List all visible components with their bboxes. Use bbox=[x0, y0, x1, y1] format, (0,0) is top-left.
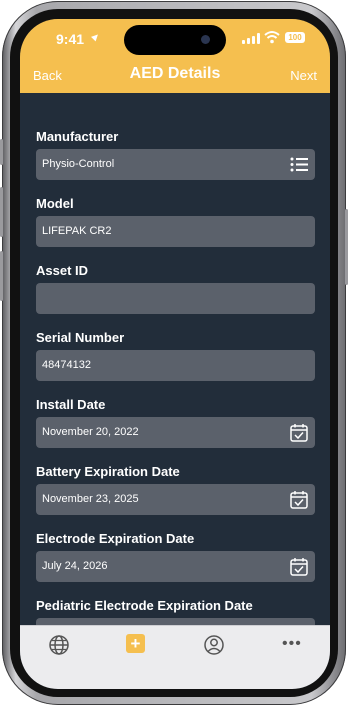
next-button[interactable]: Next bbox=[290, 68, 317, 83]
electrode-expiration-value: July 24, 2026 bbox=[42, 560, 108, 572]
manufacturer-select[interactable]: Physio-Control bbox=[36, 149, 315, 180]
battery-expiration-value: November 23, 2025 bbox=[42, 493, 139, 505]
add-icon[interactable]: + bbox=[126, 634, 145, 653]
volume-down-button bbox=[0, 251, 3, 301]
install-date-picker[interactable]: November 20, 2022 bbox=[36, 417, 315, 448]
person-icon[interactable] bbox=[203, 634, 225, 656]
battery-expiration-picker[interactable]: November 23, 2025 bbox=[36, 484, 315, 515]
more-icon[interactable]: ••• bbox=[282, 635, 302, 653]
install-date-value: November 20, 2022 bbox=[42, 426, 139, 438]
form-content: Manufacturer Physio-Control Model LIFEPA… bbox=[20, 93, 330, 625]
status-bar: 9:41 ▲ 100 bbox=[20, 19, 330, 63]
app-screen: 9:41 ▲ 100 Back AED Details Next Manufac… bbox=[20, 19, 330, 689]
wifi-icon bbox=[264, 31, 280, 44]
manufacturer-value: Physio-Control bbox=[42, 158, 115, 170]
model-value: LIFEPAK CR2 bbox=[42, 225, 112, 237]
header-bar: 9:41 ▲ 100 Back AED Details Next bbox=[20, 19, 330, 93]
serial-number-value: 48474132 bbox=[42, 359, 91, 371]
battery-icon: 100 bbox=[285, 32, 305, 43]
list-icon[interactable] bbox=[290, 155, 308, 174]
serial-number-input[interactable]: 48474132 bbox=[36, 350, 315, 381]
power-button bbox=[345, 209, 348, 285]
cellular-signal-icon bbox=[242, 33, 260, 44]
battery-expiration-label: Battery Expiration Date bbox=[36, 464, 180, 479]
volume-up-button bbox=[0, 187, 3, 237]
model-label: Model bbox=[36, 196, 74, 211]
calendar-icon[interactable] bbox=[290, 423, 308, 442]
pediatric-electrode-expiration-picker[interactable] bbox=[36, 618, 315, 625]
electrode-expiration-picker[interactable]: July 24, 2026 bbox=[36, 551, 315, 582]
location-arrow-icon: ▲ bbox=[87, 28, 104, 46]
manufacturer-label: Manufacturer bbox=[36, 129, 119, 144]
pediatric-electrode-expiration-label: Pediatric Electrode Expiration Date bbox=[36, 598, 253, 613]
calendar-icon[interactable] bbox=[290, 490, 308, 509]
action-button bbox=[0, 139, 3, 165]
status-time: 9:41 bbox=[56, 31, 85, 47]
dynamic-island bbox=[124, 25, 226, 55]
calendar-icon[interactable] bbox=[290, 557, 308, 576]
model-input[interactable]: LIFEPAK CR2 bbox=[36, 216, 315, 247]
asset-id-input[interactable] bbox=[36, 283, 315, 314]
electrode-expiration-label: Electrode Expiration Date bbox=[36, 531, 195, 546]
globe-icon[interactable] bbox=[48, 634, 70, 656]
camera-icon bbox=[201, 35, 210, 44]
serial-number-label: Serial Number bbox=[36, 330, 125, 345]
tab-bar: + ••• bbox=[20, 625, 330, 689]
install-date-label: Install Date bbox=[36, 397, 106, 412]
asset-id-label: Asset ID bbox=[36, 263, 89, 278]
page-title: AED Details bbox=[129, 65, 221, 82]
